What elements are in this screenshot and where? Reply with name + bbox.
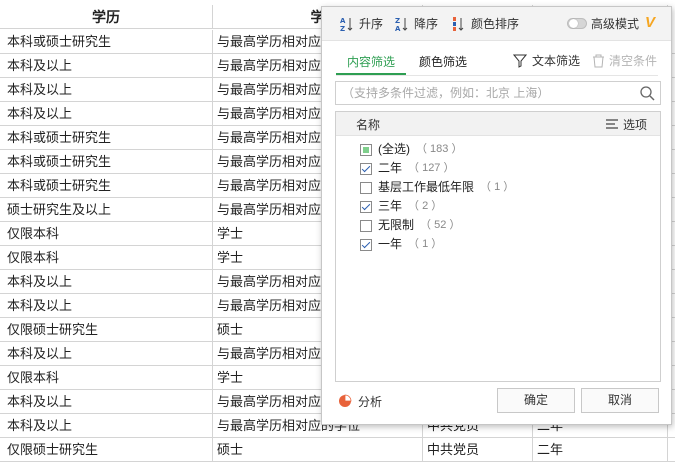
table-cell[interactable]: 本科及以上: [0, 390, 213, 414]
filter-search-input[interactable]: [342, 84, 632, 102]
filter-item-count: （ 183 ）: [416, 143, 463, 155]
filter-item[interactable]: 基层工作最低年限 （ 1 ）: [360, 178, 514, 197]
table-cell[interactable]: 仅限硕士研究生: [0, 438, 213, 462]
svg-text:Z: Z: [395, 17, 400, 25]
options-list-icon: [606, 119, 618, 129]
color-sort-button[interactable]: 颜色排序: [452, 15, 519, 33]
table-cell[interactable]: 仅限本科: [0, 222, 213, 246]
filter-item-label: 一年: [378, 237, 403, 251]
filter-item[interactable]: (全选) （ 183 ）: [360, 140, 514, 159]
filter-item-count: （ 2 ）: [408, 200, 443, 212]
filter-item[interactable]: 一年 （ 1 ）: [360, 235, 514, 254]
sort-ascending-icon: A Z: [340, 17, 353, 32]
color-sort-label: 颜色排序: [471, 17, 520, 31]
table-row: 仅限硕士研究生 硕士 中共党员 二年: [0, 438, 675, 462]
table-cell[interactable]: 本科及以上: [0, 270, 213, 294]
table-cell[interactable]: 本科及以上: [0, 294, 213, 318]
advanced-mode-toggle[interactable]: [567, 18, 587, 29]
filter-values-list: 名称 选项 (全选) （ 183 ） 二年 （ 127 ） 基层工作最低年限 （ 1 ） 三…: [335, 111, 661, 382]
filter-item-checkbox[interactable]: [360, 200, 372, 213]
list-header: 名称 选项: [336, 112, 660, 136]
filter-item-label: (全选): [378, 142, 410, 156]
tab-content-filter[interactable]: 内容筛选: [347, 52, 395, 72]
table-cell[interactable]: 本科及以上: [0, 78, 213, 102]
search-icon[interactable]: [640, 86, 655, 101]
table-cell[interactable]: 仅限本科: [0, 246, 213, 270]
filter-item-label: 无限制: [378, 218, 415, 232]
table-cell[interactable]: 本科或硕士研究生: [0, 126, 213, 150]
table-cell[interactable]: 仅限本科: [0, 366, 213, 390]
filter-popup: A Z 升序 Z A 降序 颜色排序 高级模式 V 内容筛选 颜色筛选 文本筛选…: [321, 6, 672, 425]
sort-descending-label: 降序: [414, 17, 439, 31]
tab-color-filter[interactable]: 颜色筛选: [419, 52, 467, 72]
sort-descending-icon: Z A: [395, 17, 408, 32]
table-cell[interactable]: [668, 438, 675, 462]
text-filter-button[interactable]: 文本筛选: [513, 51, 580, 71]
table-cell[interactable]: 本科及以上: [0, 414, 213, 438]
table-cell[interactable]: 二年: [533, 438, 668, 462]
tabs-divider: [336, 75, 658, 76]
vip-badge-icon: V: [645, 14, 656, 31]
filter-item-count: （ 1 ）: [408, 238, 443, 250]
trash-icon: [593, 54, 604, 68]
filter-item-checkbox[interactable]: [360, 162, 372, 175]
filter-item[interactable]: 二年 （ 127 ）: [360, 159, 514, 178]
analyze-button[interactable]: 分析: [338, 391, 382, 411]
filter-items: (全选) （ 183 ） 二年 （ 127 ） 基层工作最低年限 （ 1 ） 三年 （ 2 ）…: [360, 140, 514, 254]
sort-ascending-label: 升序: [359, 17, 384, 31]
table-cell[interactable]: 仅限硕士研究生: [0, 318, 213, 342]
options-button[interactable]: 选项: [606, 116, 647, 133]
filter-item-checkbox[interactable]: [360, 143, 372, 156]
filter-item[interactable]: 三年 （ 2 ）: [360, 197, 514, 216]
table-cell[interactable]: 本科及以上: [0, 342, 213, 366]
color-sort-icon: [453, 17, 464, 31]
filter-item-label: 基层工作最低年限: [378, 180, 475, 194]
analyze-label: 分析: [358, 394, 383, 409]
sort-toolbar: A Z 升序 Z A 降序 颜色排序 高级模式 V: [322, 7, 671, 41]
table-cell[interactable]: 中共党员: [423, 438, 533, 462]
header-cell-education[interactable]: 学历: [0, 5, 213, 29]
filter-item-count: （ 52 ）: [420, 219, 461, 231]
table-cell[interactable]: 本科或硕士研究生: [0, 30, 213, 54]
table-cell[interactable]: 硕士: [213, 438, 423, 462]
svg-text:A: A: [340, 17, 346, 25]
funnel-icon: [513, 54, 527, 68]
clear-conditions-button[interactable]: 清空条件: [592, 51, 657, 71]
text-filter-label: 文本筛选: [532, 54, 581, 68]
sort-ascending-button[interactable]: A Z 升序: [340, 15, 383, 33]
svg-text:A: A: [395, 25, 401, 32]
clear-conditions-label: 清空条件: [609, 54, 658, 68]
filter-item[interactable]: 无限制 （ 52 ）: [360, 216, 514, 235]
filter-item-count: （ 127 ）: [408, 162, 455, 174]
filter-item-label: 二年: [378, 161, 403, 175]
sort-descending-button[interactable]: Z A 降序: [395, 15, 438, 33]
svg-text:Z: Z: [340, 25, 345, 32]
filter-item-checkbox[interactable]: [360, 219, 372, 232]
table-cell[interactable]: 本科或硕士研究生: [0, 150, 213, 174]
name-column-header: 名称: [356, 118, 381, 132]
advanced-mode-label: 高级模式: [591, 17, 640, 31]
filter-item-count: （ 1 ）: [480, 181, 515, 193]
filter-item-label: 三年: [378, 199, 403, 213]
table-cell[interactable]: 本科或硕士研究生: [0, 174, 213, 198]
pie-chart-icon: [339, 394, 352, 407]
header-label: 学历: [92, 9, 120, 25]
filter-item-checkbox[interactable]: [360, 238, 372, 251]
options-label: 选项: [623, 118, 648, 132]
table-cell[interactable]: 本科及以上: [0, 102, 213, 126]
table-cell[interactable]: 本科及以上: [0, 54, 213, 78]
filter-item-checkbox[interactable]: [360, 181, 372, 194]
filter-search-box: [335, 81, 661, 105]
cancel-button[interactable]: 取消: [581, 388, 659, 413]
ok-button[interactable]: 确定: [497, 388, 575, 413]
table-cell[interactable]: 硕士研究生及以上: [0, 198, 213, 222]
